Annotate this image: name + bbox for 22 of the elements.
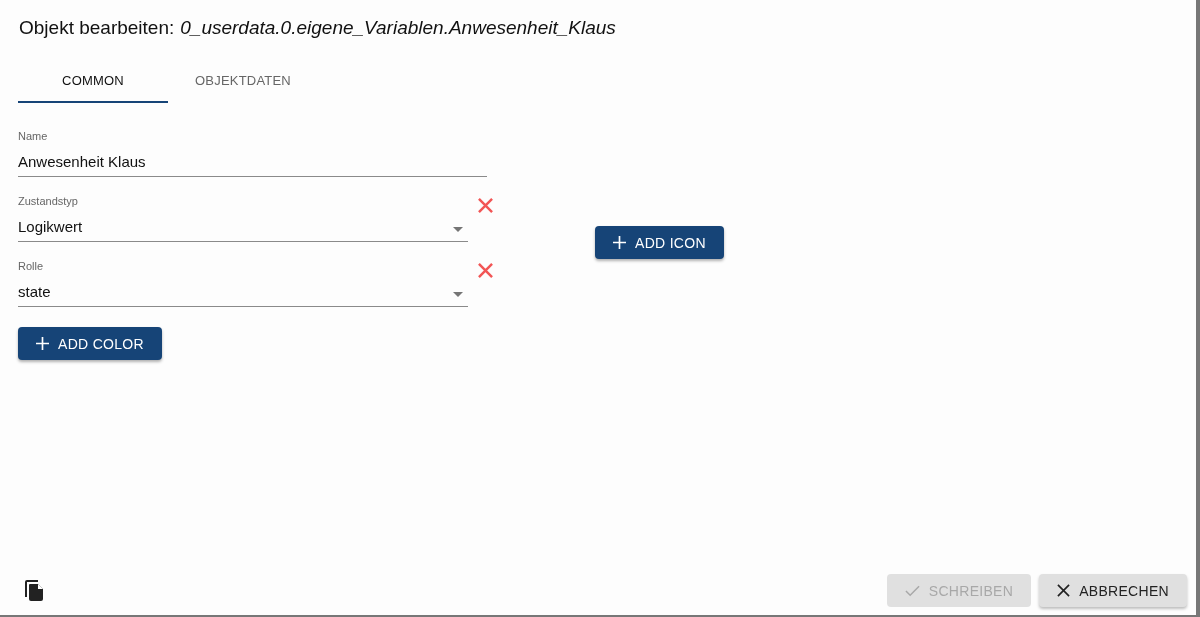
cancel-button[interactable]: ABBRECHEN bbox=[1039, 574, 1187, 607]
copy-icon[interactable] bbox=[25, 580, 43, 601]
delete-icon[interactable] bbox=[478, 263, 493, 278]
dropdown-caret-icon bbox=[453, 291, 463, 297]
dialog-title: Objekt bearbeiten: bbox=[19, 17, 175, 39]
field-label: Rolle bbox=[18, 260, 45, 274]
object-id: 0_userdata.0.eigene_Variablen.Anwesenheit_Klaus bbox=[180, 17, 616, 39]
plus-icon bbox=[36, 337, 49, 350]
select-field[interactable]: Zustandstyp Logikwert bbox=[18, 195, 468, 242]
select-field[interactable]: Rolle state bbox=[18, 260, 468, 307]
text-field[interactable]: Name Anwesenheit Klaus bbox=[18, 130, 487, 177]
tab[interactable]: COMMON bbox=[18, 60, 168, 103]
add-icon-button[interactable]: ADD ICON bbox=[595, 226, 724, 259]
delete-icon[interactable] bbox=[478, 198, 493, 213]
close-icon bbox=[1057, 584, 1071, 597]
add-color-button[interactable]: ADD COLOR bbox=[18, 327, 162, 360]
field-label: Name bbox=[18, 130, 49, 144]
plus-icon bbox=[613, 236, 626, 249]
dropdown-caret-icon bbox=[453, 226, 463, 232]
check-icon bbox=[904, 584, 920, 597]
tab[interactable]: OBJEKTDATEN bbox=[168, 60, 318, 103]
field-label: Zustandstyp bbox=[18, 195, 79, 209]
